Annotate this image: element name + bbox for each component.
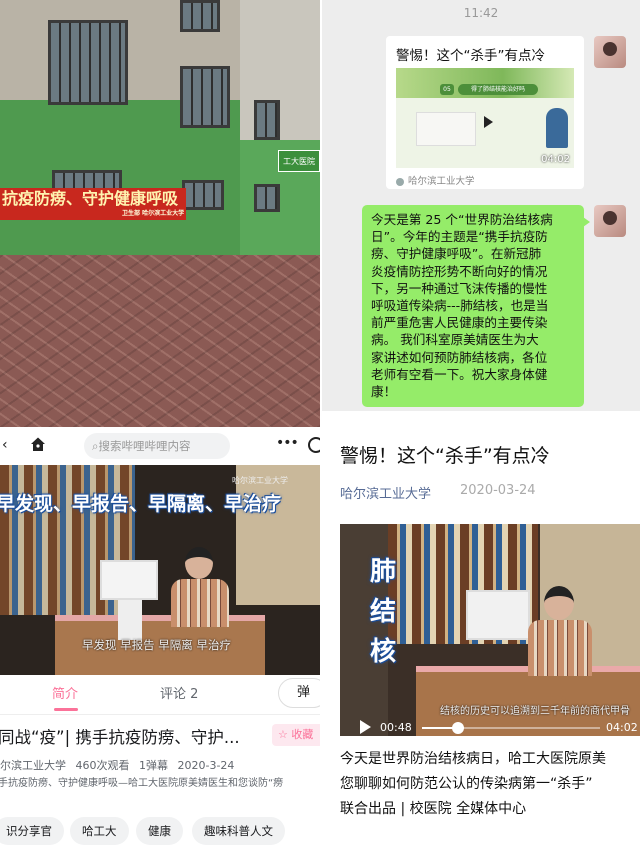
video-meta: 尔滨工业大学 460次观看 1弹幕 2020-3-24 — [0, 757, 240, 773]
publish-date: 2020-3-24 — [177, 759, 235, 772]
tag-chip[interactable]: 趣味科普人文 — [192, 817, 285, 845]
monitor — [100, 560, 158, 600]
tab-bar: 简介 评论 2 弹 — [0, 675, 320, 715]
video-vertical-title: 肺 结 核 — [370, 552, 410, 672]
hospital-sign: 工大医院 — [278, 150, 320, 172]
message-line: 老师有空看一下。祝大家身体健 — [371, 366, 548, 382]
message-line: 康！ — [371, 384, 397, 400]
card-source: 哈尔滨工业大学 — [396, 173, 475, 187]
progress-knob[interactable] — [451, 722, 464, 734]
shared-video-card[interactable]: 警惕！这个“杀手”有点冷 05 得了肺结核能治好吗 04:02 哈尔滨工业大学 — [386, 36, 584, 189]
current-time: 00:48 — [380, 721, 412, 734]
banner-small-text: 卫生部 哈尔滨工业大学 — [122, 210, 185, 217]
sender-avatar[interactable] — [594, 205, 626, 237]
wechat-chat: 11:42 警惕！这个“杀手”有点冷 05 得了肺结核能治好吗 04:02 哈尔… — [322, 0, 640, 427]
message-line: 下，另一种通过飞沫传播的慢性 — [371, 280, 548, 296]
doctor-head — [185, 547, 213, 579]
card-title: 警惕！这个“杀手”有点冷 — [396, 48, 545, 64]
sender-avatar[interactable] — [594, 36, 626, 68]
video-watermark: 哈尔滨工业大学 — [232, 476, 288, 485]
top-bar: ‹ ⌕搜索哔哩哔哩内容 ••• — [0, 427, 320, 465]
red-banner: 抗疫防痨、守护健康呼吸 卫生部 哈尔滨工业大学 — [0, 188, 186, 220]
favorite-icon: ☆ — [278, 728, 288, 741]
play-icon — [484, 116, 493, 128]
message-line: 今天是第 25 个“世界防治结核病 — [371, 212, 553, 227]
video-subtitle: 结核的历史可以追溯到三千年前的商代甲骨 — [440, 706, 630, 717]
monitor-stand — [118, 600, 142, 640]
message-line: 呼吸道传染病---肺结核，也是当 — [371, 298, 549, 314]
progress-track[interactable] — [422, 722, 600, 734]
more-icon[interactable]: ••• — [276, 435, 299, 451]
video-title: 同战“疫”| 携手抗疫防痨、守护... — [0, 728, 240, 747]
tab-comment[interactable]: 评论 2 — [160, 683, 198, 702]
target-icon[interactable] — [308, 437, 320, 453]
campus-photo: 抗疫防痨、守护健康呼吸 卫生部 哈尔滨工业大学 工大医院 — [0, 0, 320, 427]
card-duration: 04:02 — [541, 154, 570, 165]
banner-text: 抗疫防痨、守护健康呼吸 — [2, 189, 179, 208]
article-paragraph-line: 您聊聊如何防范公认的传染病第一“杀手” — [340, 776, 593, 792]
back-icon[interactable]: ‹ — [2, 437, 8, 453]
uploader-name[interactable]: 尔滨工业大学 — [0, 759, 66, 772]
message-line: 日”。今年的主题是“携手抗疫防 — [371, 229, 548, 245]
vertical-char: 核 — [370, 637, 397, 667]
favorite-button[interactable]: ☆ 收藏 — [272, 724, 320, 746]
video-overlay-title: 早发现、早报告、早隔离、早治疗 — [0, 493, 282, 515]
thumb-heading: 得了肺结核能治好吗 — [458, 84, 538, 95]
monitor — [466, 590, 530, 640]
tag-chip[interactable]: 哈工大 — [70, 817, 129, 845]
card-thumbnail: 05 得了肺结核能治好吗 04:02 — [396, 68, 574, 168]
tag-chip[interactable]: 健康 — [136, 817, 183, 845]
paved-ground — [0, 255, 320, 427]
message-line: 家讲述如何预防肺结核病，各位 — [371, 349, 548, 365]
article-paragraph-line: 联合出品 | 校医院 全媒体中心 — [340, 801, 527, 817]
window — [180, 66, 230, 128]
active-tab-indicator — [54, 708, 78, 711]
window — [254, 100, 280, 140]
article-title: 警惕！这个“杀手”有点冷 — [340, 445, 550, 467]
back-wall — [236, 465, 320, 605]
channel-icon — [396, 177, 404, 186]
vertical-char: 结 — [370, 597, 397, 627]
card-source-text: 哈尔滨工业大学 — [408, 176, 475, 187]
danmaku-input-button[interactable]: 弹 — [278, 678, 320, 708]
thumb-badge: 05 — [440, 84, 454, 95]
article-video-player[interactable]: 肺 结 核 结核的历史可以追溯到三千年前的商代甲骨 00:48 04:02 — [340, 524, 640, 736]
message-line: 前严重危害人民健康的主要传染 — [371, 315, 548, 331]
search-placeholder: 搜索哔哩哔哩内容 — [98, 439, 191, 453]
window — [254, 184, 280, 212]
article-paragraph-line: 今天是世界防治结核病日，哈工大医院原美 — [340, 751, 606, 767]
home-icon[interactable] — [30, 436, 46, 452]
favorite-label: 收藏 — [291, 728, 314, 741]
window — [182, 180, 224, 210]
doctor-head — [544, 586, 574, 620]
window — [48, 20, 128, 105]
message-line: 病。 我们科室原美婧医生为大 — [371, 332, 539, 348]
message-line: 痨、守护健康呼吸”。在新冠肺 — [371, 246, 542, 262]
video-description: 手抗疫防痨、守护健康呼吸—哈工大医院原美婧医生和您谈防“痨 — [0, 778, 284, 789]
doctor — [165, 547, 235, 627]
vertical-char: 肺 — [370, 557, 397, 587]
window — [180, 0, 220, 32]
doctor — [522, 586, 598, 676]
doctor-body — [528, 620, 592, 676]
tag-chip[interactable]: 识分享官 — [0, 817, 64, 845]
danmaku-count: 1弹幕 — [139, 759, 168, 772]
thumb-scene — [416, 112, 476, 146]
doctor-body — [171, 579, 229, 627]
chat-timestamp: 11:42 — [463, 6, 499, 20]
message-bubble[interactable]: 今天是第 25 个“世界防治结核病 日”。今年的主题是“携手抗疫防 痨、守护健康… — [362, 205, 590, 407]
bilibili-video-page: ‹ ⌕搜索哔哩哔哩内容 ••• 哈尔滨工业大学 早发现、早报告、早隔离、早治疗 … — [0, 427, 320, 853]
video-player[interactable]: 哈尔滨工业大学 早发现、早报告、早隔离、早治疗 早发现 早报告 早隔离 早治疗 — [0, 465, 320, 675]
total-duration: 04:02 — [606, 721, 638, 734]
play-icon[interactable] — [360, 720, 371, 734]
doctor-illustration — [546, 108, 568, 148]
article-author[interactable]: 哈尔滨工业大学 — [340, 483, 431, 502]
view-count: 460次观看 — [75, 759, 130, 772]
search-input[interactable]: ⌕搜索哔哩哔哩内容 — [84, 433, 230, 459]
message-line: 炎疫情防控形势不断向好的情况 — [371, 263, 548, 279]
tab-intro[interactable]: 简介 — [52, 683, 78, 702]
video-subtitle: 早发现 早报告 早隔离 早治疗 — [82, 638, 231, 652]
article-date: 2020-03-24 — [460, 483, 536, 498]
wechat-article: 警惕！这个“杀手”有点冷 哈尔滨工业大学 2020-03-24 肺 结 核 结核… — [322, 411, 640, 853]
